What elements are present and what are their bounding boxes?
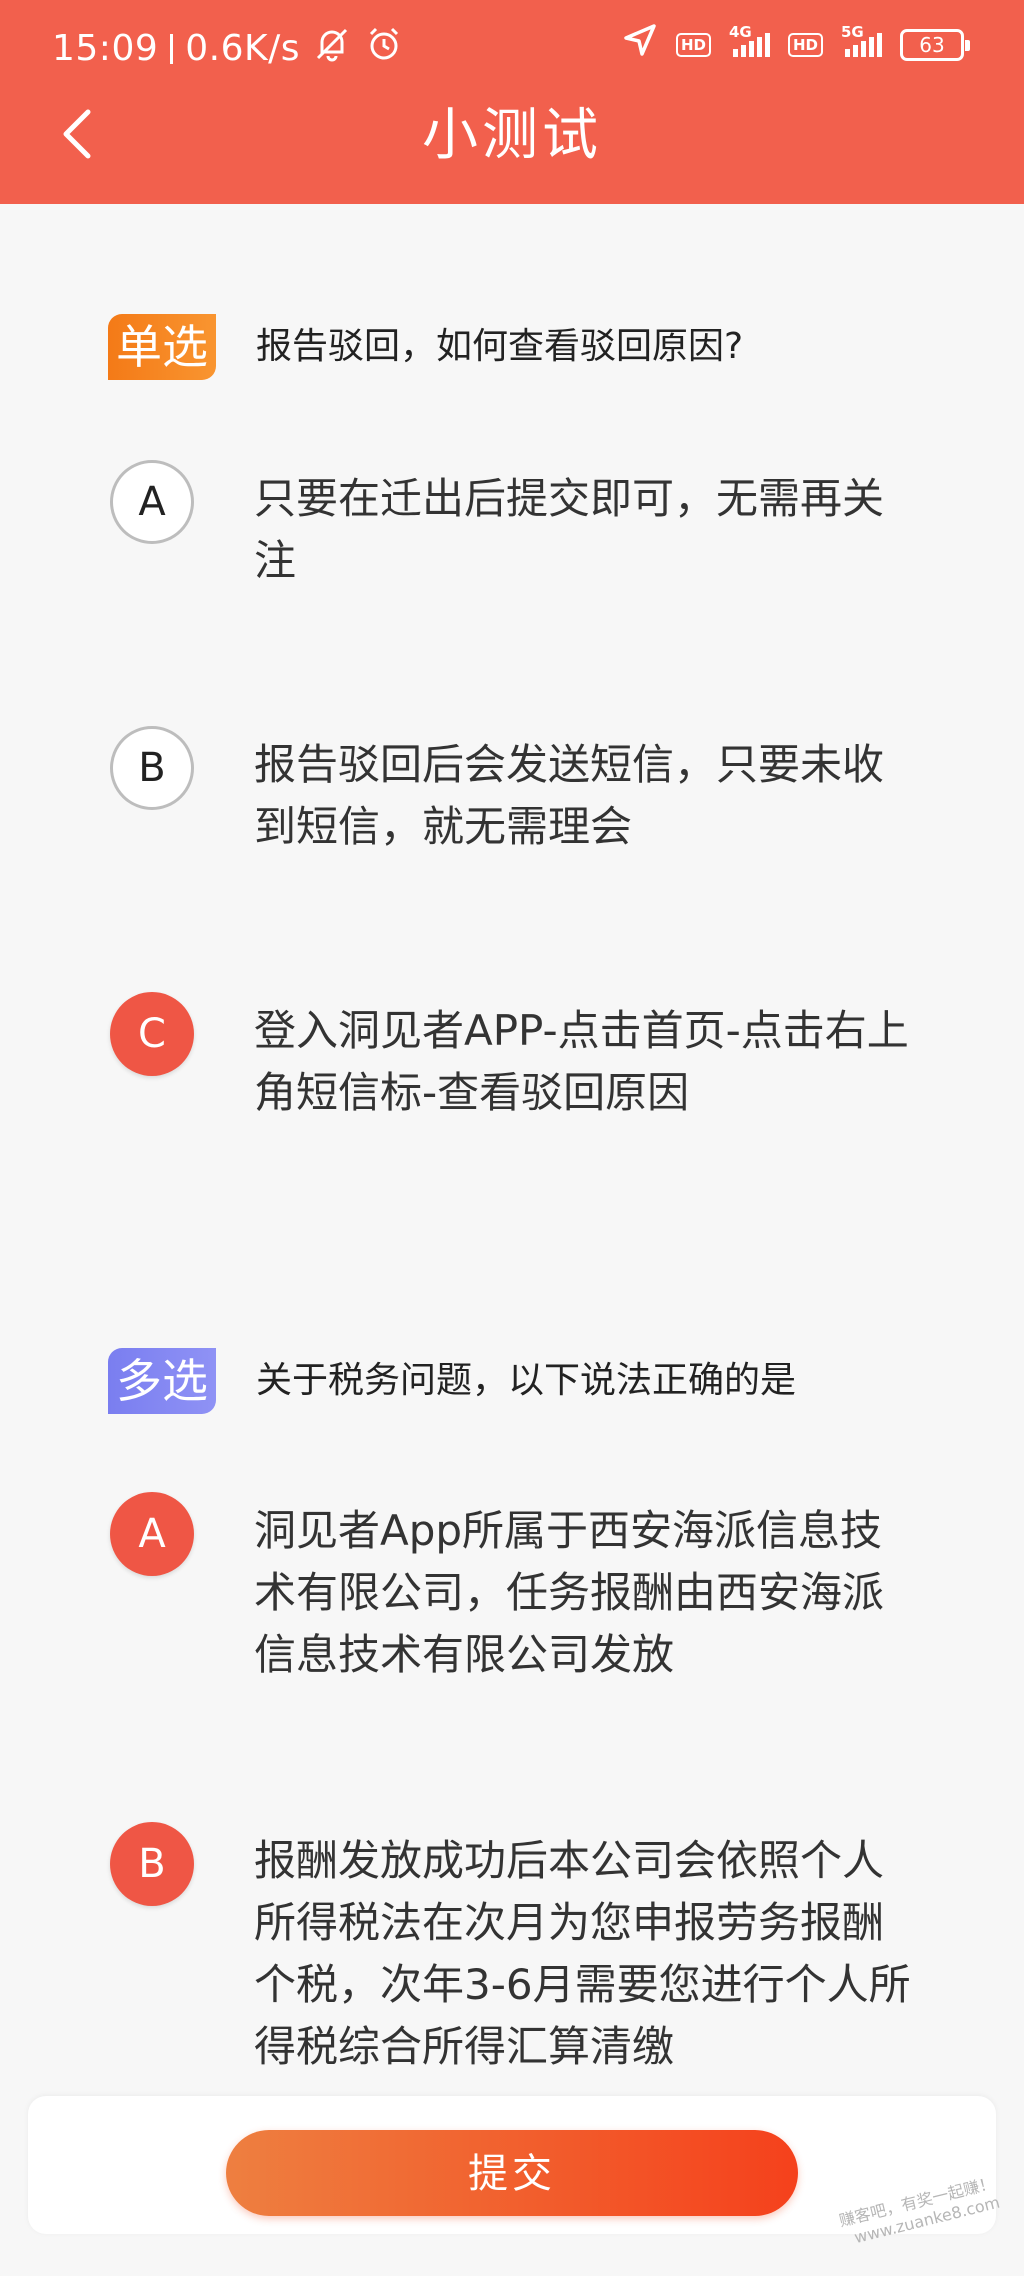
- option-letter: B: [110, 726, 194, 810]
- alarm-icon: [364, 24, 404, 73]
- question-header: 单选 报告驳回，如何查看驳回原因?: [108, 314, 743, 380]
- net-5g-label: 5G: [841, 22, 864, 41]
- option-text: 洞见者App所属于西安海派信息技术有限公司，任务报酬由西安海派信息技术有限公司发…: [254, 1506, 885, 1679]
- multiple-choice-tag: 多选: [108, 1348, 216, 1414]
- option-text: 报告驳回后会发送短信，只要未收到短信，就无需理会: [254, 740, 885, 851]
- net-4g-label: 4G: [728, 22, 752, 41]
- option-letter-selected: B: [110, 1822, 194, 1906]
- hd-badge-2: HD: [787, 32, 823, 57]
- status-divider: [170, 33, 174, 64]
- signal-4g-icon: 4G: [729, 23, 770, 57]
- option-text: 登入洞见者APP-点击首页-点击右上角短信标-查看驳回原因: [254, 1006, 909, 1117]
- quiz-content[interactable]: 单选 报告驳回，如何查看驳回原因? A 只要在迁出后提交即可，无需再关注 B 报…: [0, 204, 1024, 2084]
- hd-badge: HD: [675, 32, 711, 57]
- status-right: HD 4G HD 5G 63: [622, 22, 970, 67]
- question-text: 报告驳回，如何查看驳回原因?: [256, 326, 744, 367]
- option-letter: A: [110, 460, 194, 544]
- status-bar: 15:09 0.6K/s HD 4G HD 5G 63: [0, 0, 1024, 92]
- single-choice-tag: 单选: [108, 314, 216, 380]
- status-time: 15:09: [52, 28, 159, 69]
- location-icon: [622, 22, 658, 67]
- question-header: 多选 关于税务问题，以下说法正确的是: [108, 1348, 796, 1414]
- option-text: 只要在迁出后提交即可，无需再关注: [254, 474, 885, 585]
- question-text: 关于税务问题，以下说法正确的是: [256, 1360, 797, 1401]
- status-left: 15:09 0.6K/s: [52, 24, 404, 73]
- battery-icon: 63: [900, 28, 970, 61]
- option-letter-selected: C: [110, 992, 194, 1076]
- network-speed: 0.6K/s: [185, 28, 300, 69]
- option-text: 报酬发放成功后本公司会依照个人所得税法在次月为您申报劳务报酬个税，次年3-6月需…: [254, 1836, 911, 2071]
- option-letter-selected: A: [110, 1492, 194, 1576]
- app-header: 15:09 0.6K/s HD 4G HD 5G 63 小测试: [0, 0, 1024, 204]
- signal-5g-icon: 5G: [841, 23, 882, 57]
- page-title: 小测试: [422, 103, 602, 168]
- bell-muted-icon: [312, 24, 352, 73]
- submit-button[interactable]: 提交: [226, 2130, 798, 2216]
- battery-level: 63: [919, 32, 945, 57]
